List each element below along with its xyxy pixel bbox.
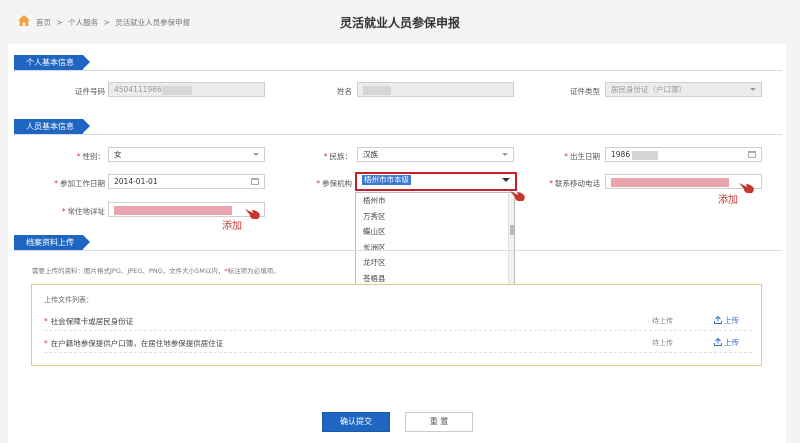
dropdown-option[interactable]: 万秀区 (356, 209, 514, 225)
address-label: * 常住地详址 (61, 207, 105, 216)
add-annotation: 添加 (222, 221, 242, 232)
calendar-icon[interactable] (251, 178, 259, 185)
id-number-value: 4504111986 (114, 85, 162, 94)
section-divider (14, 70, 782, 71)
section-staff-info: 人员基本信息 (14, 119, 90, 134)
agency-value: 梧州市市本级 (362, 175, 411, 185)
redacted-block (114, 205, 232, 215)
section-archive-upload: 档案资料上传 (14, 235, 90, 250)
add-annotation: 添加 (718, 195, 738, 206)
work-date-value: 2014-01-01 (114, 177, 158, 186)
upload-file-name: * 在户籍地参保提供户口簿，在居住地参保提供居住证 (44, 339, 224, 348)
upload-hint: 需要上传的资料：图片格式JPG、JPEG、PNG，文件大小5M以内，*标注项为必… (32, 267, 280, 275)
birth-date-field[interactable]: 1986 (605, 147, 762, 162)
gender-select[interactable]: 女 (108, 147, 265, 162)
page-title: 灵活就业人员参保申报 (339, 16, 460, 30)
birth-date-label: * 出生日期 (564, 152, 600, 161)
upload-row: * 社会保障卡或居民身份证 待上传 上传 (44, 311, 752, 331)
upload-button[interactable]: 上传 (714, 315, 739, 326)
hand-pointer-icon (245, 209, 260, 219)
gender-label: * 性别： (76, 152, 105, 161)
submit-button[interactable]: 确认提交 (322, 412, 390, 432)
gender-value: 女 (114, 150, 122, 159)
chevron-down-icon (253, 153, 259, 156)
dropdown-scrollbar[interactable] (508, 193, 514, 289)
name-field (357, 82, 514, 97)
top-bar: 首页 > 个人服务 > 灵活就业人员参保申报 灵活就业人员参保申报 (0, 0, 800, 44)
agency-dropdown[interactable]: 梧州市 万秀区 蝶山区 长洲区 龙圩区 苍梧县 (355, 192, 515, 290)
nation-label: * 民族： (323, 152, 352, 161)
address-field[interactable] (108, 202, 265, 217)
hand-pointer-icon (510, 191, 525, 201)
redacted-block (611, 177, 729, 187)
calendar-icon[interactable] (748, 151, 756, 158)
upload-file-name: * 社会保障卡或居民身份证 (44, 317, 134, 326)
id-type-value: 居民身份证（户口簿） (611, 85, 686, 94)
section-divider (14, 134, 782, 135)
dropdown-option[interactable]: 长洲区 (356, 240, 514, 256)
upload-status: 待上传 (652, 317, 673, 325)
agency-label: * 参保机构 (316, 179, 352, 188)
id-type-select: 居民身份证（户口簿） (605, 82, 762, 97)
upload-icon (714, 338, 722, 346)
work-date-field[interactable]: 2014-01-01 (108, 174, 265, 189)
section-personal-info: 个人基本信息 (14, 55, 90, 70)
chevron-down-icon (502, 153, 508, 156)
scrollbar-thumb[interactable] (510, 225, 514, 235)
redacted-block (161, 85, 192, 95)
agency-select[interactable]: 梧州市市本级 (355, 172, 517, 191)
nation-select[interactable]: 汉族 (357, 147, 514, 162)
birth-date-value: 1986 (611, 150, 631, 159)
nation-value: 汉族 (363, 150, 378, 159)
dropdown-option[interactable]: 蝶山区 (356, 224, 514, 240)
upload-status: 待上传 (652, 339, 673, 347)
name-label: 姓名 (337, 87, 352, 96)
work-date-label: * 参加工作日期 (54, 179, 105, 188)
id-type-label: 证件类型 (570, 87, 600, 96)
chevron-down-icon (750, 88, 756, 91)
upload-row: * 在户籍地参保提供户口簿，在居住地参保提供居住证 待上传 上传 (44, 333, 752, 353)
id-number-field: 4504111986 (108, 82, 265, 97)
reset-button[interactable]: 重 置 (405, 412, 473, 432)
upload-file-list: 上传文件列表： * 社会保障卡或居民身份证 待上传 上传 * 在户籍地参保提供户口簿… (31, 284, 762, 366)
hand-pointer-icon (739, 183, 754, 193)
dropdown-option[interactable]: 梧州市 (356, 193, 514, 209)
id-number-label: 证件号码 (75, 87, 105, 96)
dropdown-option[interactable]: 龙圩区 (356, 255, 514, 271)
redacted-block (632, 150, 659, 160)
redacted-block (363, 85, 391, 95)
section-divider (14, 250, 782, 251)
upload-icon (714, 316, 722, 324)
upload-button[interactable]: 上传 (714, 337, 739, 348)
chevron-down-icon (502, 178, 510, 182)
phone-label: * 联系移动电话 (549, 179, 600, 188)
upload-list-title: 上传文件列表： (44, 296, 93, 304)
